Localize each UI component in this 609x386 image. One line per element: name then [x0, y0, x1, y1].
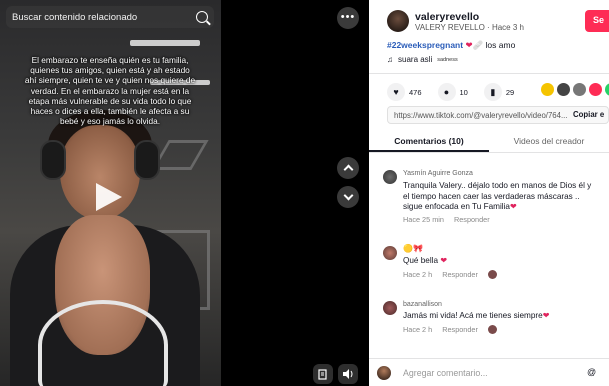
- next-video-button[interactable]: [337, 186, 359, 208]
- creator-avatar[interactable]: [387, 10, 409, 32]
- chevron-up-icon: [343, 164, 353, 175]
- play-icon[interactable]: [96, 183, 122, 211]
- heart-icon: ♥: [387, 83, 405, 101]
- video-player[interactable]: Buscar contenido relacionado El embarazo…: [0, 0, 221, 386]
- share-arrow-icon[interactable]: [589, 83, 602, 96]
- comment-text-content: Qué bella: [403, 256, 439, 265]
- comment-text-content: Jamás mi vida! Acá me tienes siempre: [403, 311, 543, 320]
- more-horizontal-icon: •••: [340, 10, 356, 23]
- commenter-name[interactable]: Yasmín Aguirre Gonza: [403, 170, 473, 177]
- bookmark-icon: ▮: [483, 83, 502, 101]
- report-flag-icon: [318, 368, 327, 380]
- comment-meta: Hace 25 min Responder: [403, 215, 490, 224]
- comment-time: Hace 2 h: [403, 325, 433, 334]
- send-icon[interactable]: [573, 83, 586, 96]
- comment-composer: Agregar comentario... @: [369, 358, 609, 386]
- embed-icon[interactable]: [557, 83, 570, 96]
- creator-subline: VALERY REVELLO · Hace 3 h: [415, 23, 524, 32]
- divider: [369, 152, 609, 153]
- share-buttons: [541, 83, 609, 96]
- at-mention-icon[interactable]: @: [587, 367, 596, 377]
- report-button[interactable]: [313, 364, 333, 384]
- commenter-avatar[interactable]: [383, 246, 397, 260]
- tab-creator-videos[interactable]: Videos del creador: [489, 130, 609, 152]
- post-time: Hace 3 h: [491, 23, 524, 32]
- whatsapp-icon[interactable]: [605, 83, 609, 96]
- follow-button[interactable]: Se: [585, 10, 609, 32]
- commenter-avatar[interactable]: [383, 170, 397, 184]
- comment-meta: Hace 2 h Responder: [403, 270, 497, 279]
- chevron-down-icon: [343, 190, 353, 201]
- engagement-stats: ♥ 476 ● 10 ▮ 29: [387, 83, 522, 101]
- repost-icon[interactable]: [541, 83, 554, 96]
- comment-stat[interactable]: ● 10: [437, 83, 468, 101]
- music-link[interactable]: ♫ suara asli sadness: [387, 55, 458, 64]
- creator-display-name: VALERY REVELLO: [415, 23, 485, 32]
- reply-button[interactable]: Responder: [442, 270, 478, 279]
- tiktok-video-page: Buscar contenido relacionado El embarazo…: [0, 0, 609, 386]
- search-icon[interactable]: [196, 11, 208, 23]
- hashtag-link[interactable]: #22weekspregnant: [387, 40, 463, 50]
- heart-emoji-icon: ❤: [542, 311, 550, 320]
- divider: [369, 73, 609, 74]
- tab-comments[interactable]: Comentarios (10): [369, 130, 489, 152]
- video-caption: El embarazo te enseña quién es tu famili…: [24, 55, 196, 127]
- comment-count: 10: [459, 87, 468, 97]
- music-note-icon: ♫: [387, 55, 393, 64]
- music-subtitle: sadness: [437, 56, 458, 63]
- headphone-right: [134, 140, 160, 180]
- more-options-button[interactable]: •••: [337, 7, 359, 29]
- reply-button[interactable]: Responder: [442, 325, 478, 334]
- heart-emoji-icon: ❤: [465, 40, 473, 50]
- headphone-left: [40, 140, 66, 180]
- ceiling-light: [130, 40, 200, 46]
- comment-icon: ●: [437, 83, 456, 101]
- comment-text-content: Tranquila Valery.. déjalo todo en manos …: [403, 181, 592, 211]
- person-top: [38, 300, 168, 386]
- copy-link-button[interactable]: Copiar e: [573, 110, 604, 119]
- heart-emoji-icon: ❤: [440, 256, 448, 265]
- comment-tabs: Comentarios (10) Videos del creador: [369, 130, 609, 152]
- user-avatar: [377, 366, 391, 380]
- comment-time: Hace 25 min: [403, 215, 444, 224]
- music-title: suara asli: [398, 55, 433, 64]
- comment-text: Qué bella ❤: [403, 256, 599, 267]
- comment-text: Tranquila Valery.. déjalo todo en manos …: [403, 181, 599, 213]
- search-placeholder: Buscar contenido relacionado: [12, 11, 138, 23]
- comment-text: Jamás mi vida! Acá me tienes siempre❤: [403, 311, 599, 322]
- bandage-emoji-icon: 🩹: [472, 40, 484, 50]
- save-count: 29: [505, 87, 515, 97]
- volume-icon: [343, 369, 353, 379]
- commenter-avatar[interactable]: [383, 301, 397, 315]
- creator-liked-avatar: [487, 325, 497, 334]
- creator-username[interactable]: valeryrevello: [415, 11, 479, 23]
- creator-liked-avatar: [487, 270, 497, 279]
- video-url: https://www.tiktok.com/@valeryrevello/vi…: [394, 110, 568, 120]
- like-count: 476: [409, 87, 422, 97]
- commenter-name[interactable]: bazanallison: [403, 301, 442, 308]
- reply-button[interactable]: Responder: [454, 215, 490, 224]
- like-stat[interactable]: ♥ 476: [387, 83, 422, 101]
- comment-meta: Hace 2 h Responder: [403, 325, 497, 334]
- volume-button[interactable]: [338, 364, 358, 384]
- post-description: #22weekspregnant ❤🩹 los amo: [387, 40, 515, 51]
- save-stat[interactable]: ▮ 29: [483, 83, 515, 101]
- commenter-name-emojis[interactable]: 🟡🎀: [403, 244, 423, 253]
- previous-video-button[interactable]: [337, 157, 359, 179]
- comment-time: Hace 2 h: [403, 270, 433, 279]
- details-panel: valeryrevello VALERY REVELLO · Hace 3 h …: [369, 0, 609, 386]
- related-search-bar[interactable]: Buscar contenido relacionado: [6, 6, 214, 28]
- heart-emoji-icon: ❤: [509, 202, 517, 211]
- post-description-text: los amo: [485, 40, 516, 50]
- comment-input[interactable]: Agregar comentario...: [403, 368, 488, 378]
